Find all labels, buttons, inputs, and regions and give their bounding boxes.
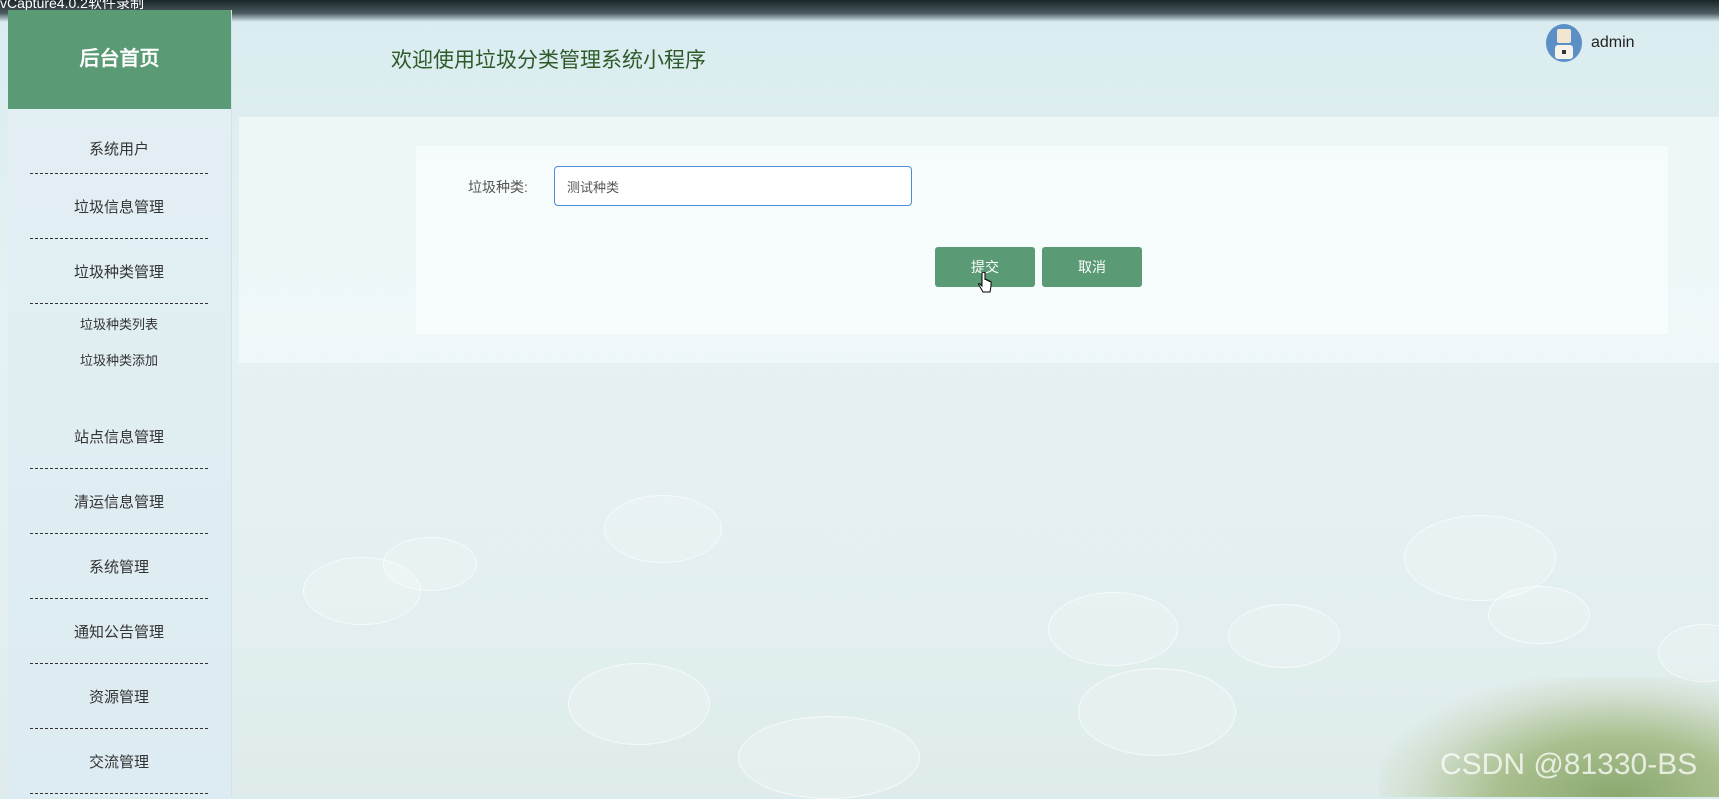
sidebar-subitem-category-add[interactable]: 垃圾种类添加 [30, 342, 208, 404]
page-title: 欢迎使用垃圾分类管理系统小程序 [391, 49, 706, 72]
sidebar-title[interactable]: 后台首页 [8, 10, 231, 109]
background-bokeh [604, 495, 722, 563]
sidebar-menu: 系统用户 垃圾信息管理 垃圾种类管理 垃圾种类列表 垃圾种类添加 站点信息管理 … [8, 123, 231, 794]
sidebar-subitem-category-list[interactable]: 垃圾种类列表 [30, 304, 208, 342]
sidebar-item-resource-management[interactable]: 资源管理 [30, 664, 208, 729]
background-bokeh [1228, 604, 1340, 668]
sidebar-item-system-users[interactable]: 系统用户 [30, 123, 208, 174]
sidebar-item-system-management[interactable]: 系统管理 [30, 534, 208, 599]
avatar[interactable] [1546, 24, 1582, 62]
sidebar-item-exchange-management[interactable]: 交流管理 [30, 729, 208, 794]
hand-cursor-icon [978, 272, 992, 293]
sidebar-item-garbage-category[interactable]: 垃圾种类管理 [30, 239, 208, 304]
sidebar-item-station-info[interactable]: 站点信息管理 [30, 404, 208, 469]
user-menu[interactable]: admin [1546, 24, 1635, 62]
sidebar-item-notice-management[interactable]: 通知公告管理 [30, 599, 208, 664]
category-input[interactable] [554, 166, 912, 206]
username[interactable]: admin [1591, 34, 1635, 52]
cancel-button[interactable]: 取消 [1042, 247, 1142, 287]
category-label: 垃圾种类: [468, 179, 528, 195]
background-bokeh [738, 716, 920, 799]
background-bokeh [1078, 668, 1236, 756]
watermark: CSDN @81330-BS [1440, 748, 1698, 781]
background-bokeh [1048, 592, 1178, 666]
capture-toolbar: vCapture4.0.2软件录制 [0, 0, 1719, 22]
background-bokeh [568, 663, 710, 745]
sidebar-item-clearance-info[interactable]: 清运信息管理 [30, 469, 208, 534]
background-bokeh [1658, 624, 1719, 682]
background-bokeh [383, 537, 477, 591]
background-bokeh [1488, 586, 1590, 644]
sidebar: 后台首页 系统用户 垃圾信息管理 垃圾种类管理 垃圾种类列表 垃圾种类添加 站点… [8, 10, 232, 797]
sidebar-item-garbage-info[interactable]: 垃圾信息管理 [30, 174, 208, 239]
